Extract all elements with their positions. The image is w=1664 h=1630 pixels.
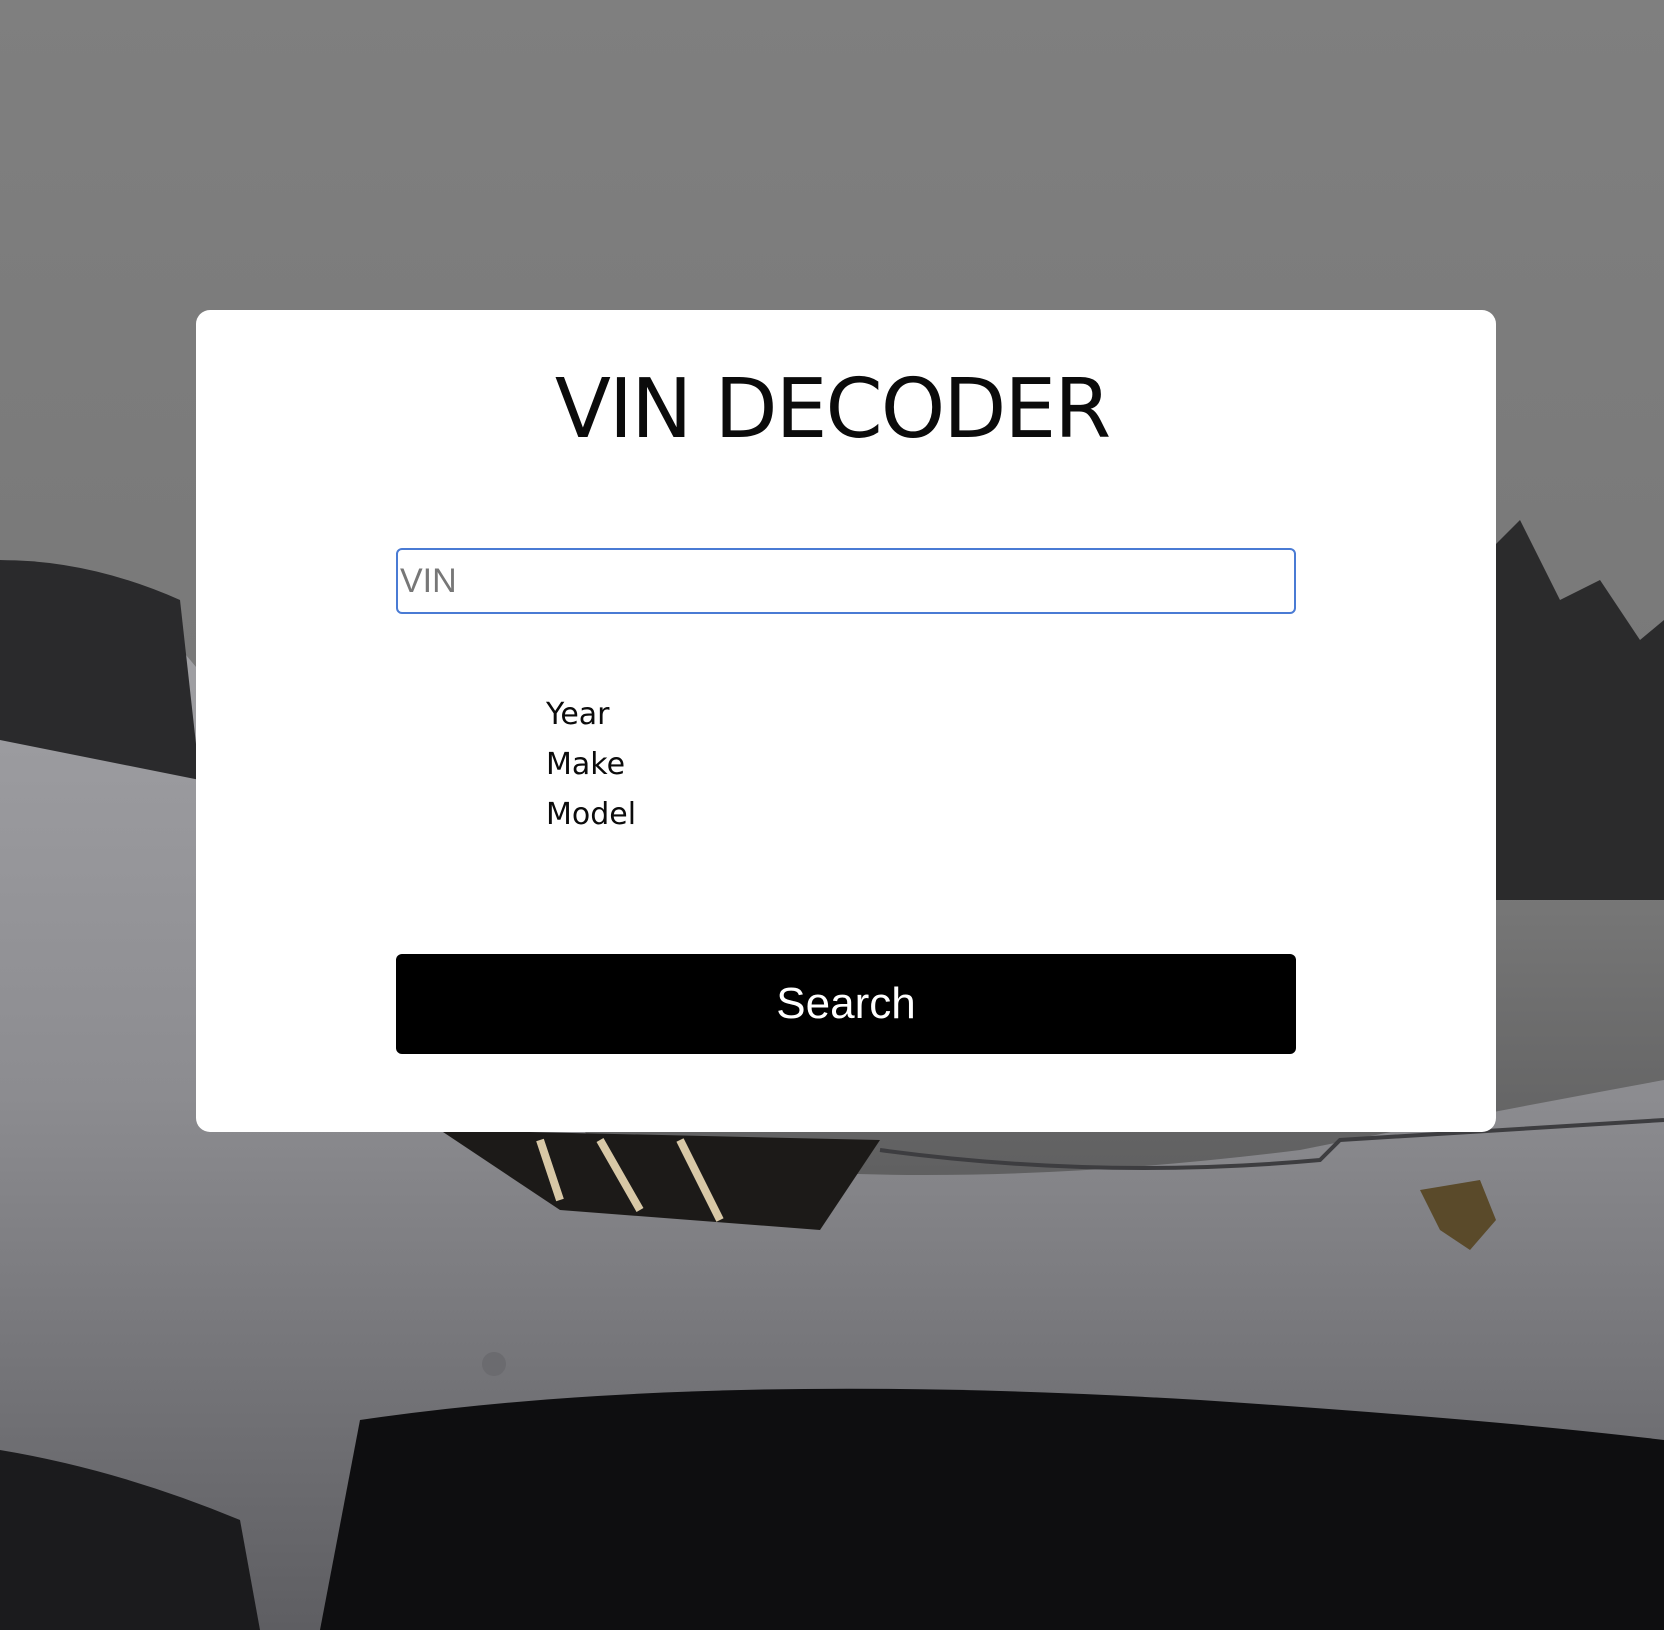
page-title: VIN DECODER [554,362,1111,457]
vin-input[interactable] [396,548,1296,614]
field-model-label: Model [546,797,637,832]
field-make-label: Make [546,747,626,782]
search-button[interactable]: Search [396,954,1296,1054]
result-fields: Year Make Model [546,690,636,840]
field-year-label: Year [546,697,610,732]
